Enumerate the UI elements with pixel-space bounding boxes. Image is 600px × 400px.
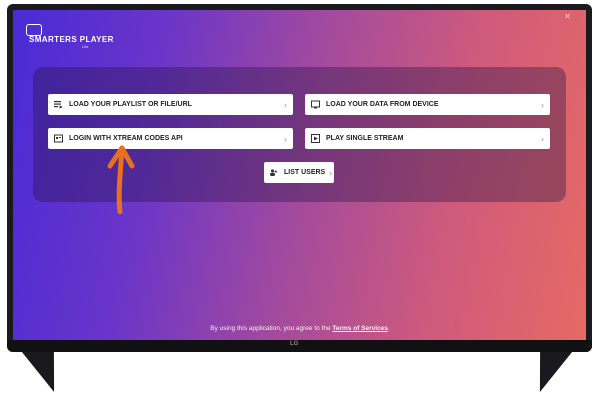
load-playlist-button[interactable]: LOAD YOUR PLAYLIST OR FILE/URL › <box>48 94 293 115</box>
load-data-label: LOAD YOUR DATA FROM DEVICE <box>326 101 439 108</box>
terms-link[interactable]: Terms of Services <box>332 325 388 332</box>
list-users-button[interactable]: LIST USERS › <box>264 162 334 183</box>
xtream-icon <box>54 134 63 143</box>
app-logo-text: SMARTERS PLAYER <box>29 35 114 44</box>
chevron-right-icon: › <box>541 133 544 144</box>
play-single-stream-button[interactable]: PLAY SINGLE STREAM › <box>305 128 550 149</box>
tv-stand-right <box>523 352 573 392</box>
close-icon[interactable]: ✕ <box>563 12 572 21</box>
chevron-right-icon: › <box>541 99 544 110</box>
tv-brand-logo: LG <box>290 341 299 347</box>
chevron-right-icon: › <box>329 167 333 178</box>
list-users-label: LIST USERS <box>284 169 326 176</box>
annotation-arrow <box>107 145 135 214</box>
tv-stand-left <box>21 352 71 392</box>
load-data-button[interactable]: LOAD YOUR DATA FROM DEVICE › <box>305 94 550 115</box>
app-logo-sub: Lite <box>82 44 89 49</box>
play-stream-icon <box>311 134 320 143</box>
login-xtream-label: LOGIN WITH XTREAM CODES API <box>69 135 183 142</box>
terms-suffix: . <box>387 325 390 332</box>
login-xtream-button[interactable]: LOGIN WITH XTREAM CODES API › <box>48 128 293 149</box>
terms-footer: By using this application, you agree to … <box>0 325 600 332</box>
load-playlist-label: LOAD YOUR PLAYLIST OR FILE/URL <box>69 101 192 108</box>
terms-text: By using this application, you agree to … <box>210 325 333 332</box>
users-icon <box>269 168 278 177</box>
play-single-label: PLAY SINGLE STREAM <box>326 135 404 142</box>
device-icon <box>311 100 320 109</box>
chevron-right-icon: › <box>284 99 287 110</box>
playlist-icon <box>54 100 63 109</box>
tv-bezel <box>7 340 592 352</box>
chevron-right-icon: › <box>284 133 287 144</box>
